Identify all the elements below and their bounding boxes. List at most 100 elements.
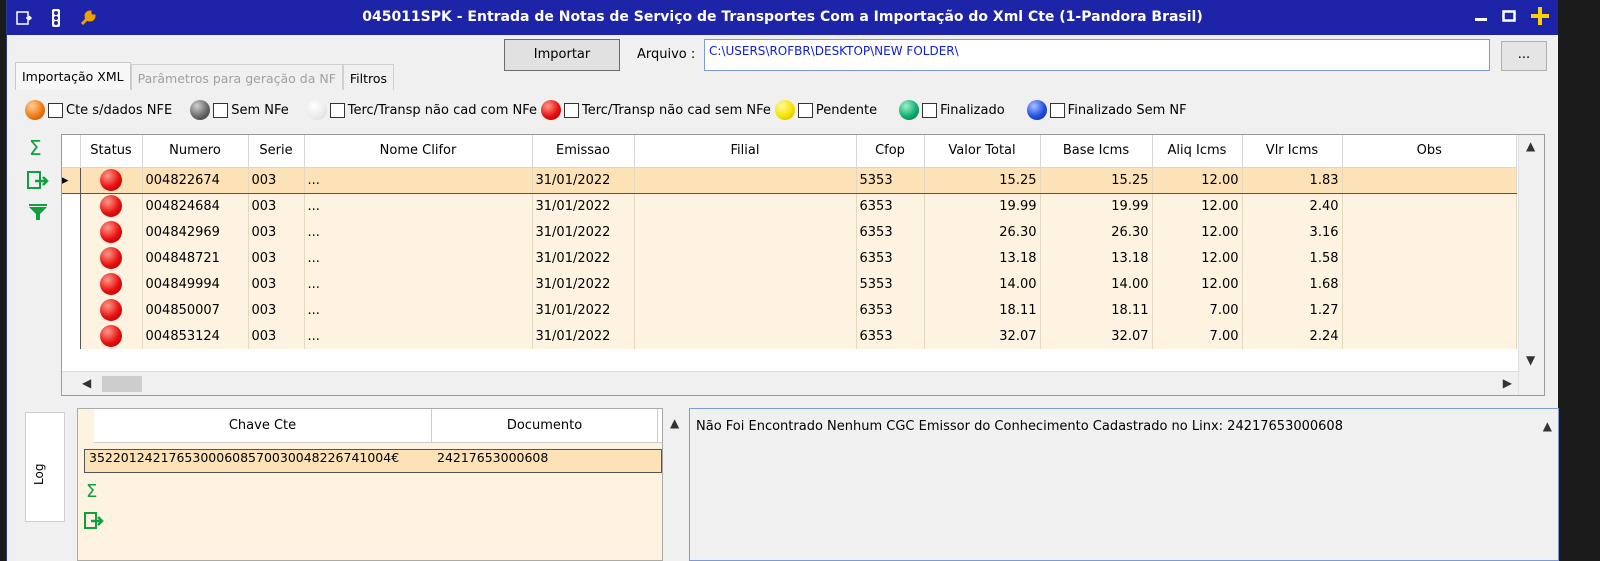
nome-clifor-cell: ... <box>304 245 533 271</box>
status-cell <box>80 166 143 194</box>
status-cell <box>80 219 143 245</box>
app-window: 045011SPK - Entrada de Notas de Serviço … <box>6 0 1559 561</box>
obs-cell <box>1342 219 1517 245</box>
emissao-cell: 31/01/2022 <box>532 193 635 219</box>
filter-checkbox-finalizado[interactable] <box>922 102 938 118</box>
document-arrow-icon[interactable] <box>15 9 33 27</box>
column-header[interactable]: Serie <box>248 135 305 168</box>
browse-button[interactable]: ... <box>1501 41 1547 71</box>
base-icms-cell: 19.99 <box>1040 193 1153 219</box>
filter-checkbox-pendente[interactable] <box>797 102 813 118</box>
obs-cell <box>1342 323 1517 349</box>
table-row[interactable]: 004848721 003... 31/01/2022 6353 13.18 13.18 1… <box>62 245 1517 271</box>
log-message-box[interactable]: Não Foi Encontrado Nenhum CGC Emissor do… <box>689 408 1559 561</box>
table-row[interactable]: ▸ 004822674 003... 31/01/2022 5353 15.25 15.25… <box>62 166 1517 194</box>
table-row[interactable]: 004853124 003... 31/01/2022 6353 32.07 32.07 7… <box>62 323 1517 349</box>
column-header[interactable]: Cfop <box>856 135 925 168</box>
scroll-left-icon[interactable]: ◀ <box>82 376 91 390</box>
white-status-icon <box>306 100 327 120</box>
import-button[interactable]: Importar <box>504 39 620 71</box>
tab-importacao-xml[interactable]: Importação XML <box>15 62 131 90</box>
log-row[interactable]: 35220124217653000608570030048226741004€ … <box>84 449 662 473</box>
scroll-down-icon[interactable]: ▼ <box>1526 353 1535 367</box>
plus-icon[interactable] <box>1530 6 1550 30</box>
export-icon[interactable] <box>84 511 104 535</box>
row-indicator <box>62 193 81 219</box>
scroll-right-icon[interactable]: ▶ <box>1503 376 1512 390</box>
maximize-icon[interactable] <box>1502 9 1516 27</box>
grid-horizontal-scrollbar[interactable]: ◀ ▶ <box>62 371 1518 395</box>
filial-cell <box>634 297 857 323</box>
legend-label: Cte s/dados NFE <box>66 102 173 118</box>
cte-grid[interactable]: Status Numero Serie Nome Clifor Emissao … <box>61 134 1545 396</box>
filter-checkbox-terc-sem-nfe[interactable] <box>563 102 579 118</box>
filter-checkbox-finalizado-sem-nf[interactable] <box>1049 102 1065 118</box>
export-icon[interactable] <box>27 170 49 196</box>
valor-total-cell: 13.18 <box>924 245 1041 271</box>
legend-label: Finalizado Sem NF <box>1067 102 1187 118</box>
emissao-cell: 31/01/2022 <box>532 219 635 245</box>
vlr-icms-cell: 1.68 <box>1242 271 1343 297</box>
column-header[interactable]: Filial <box>634 135 857 168</box>
column-header[interactable]: Aliq Icms <box>1152 135 1243 168</box>
tab-parametros[interactable]: Parâmetros para geração da NF <box>130 64 343 90</box>
base-icms-cell: 18.11 <box>1040 297 1153 323</box>
column-header[interactable]: Numero <box>142 135 249 168</box>
wrench-icon[interactable] <box>79 9 97 27</box>
table-row[interactable]: 004824684 003... 31/01/2022 6353 19.99 19.99 1… <box>62 193 1517 219</box>
valor-total-cell: 32.07 <box>924 323 1041 349</box>
column-header[interactable]: Emissao <box>532 135 635 168</box>
tab-filtros[interactable]: Filtros <box>342 64 395 90</box>
status-cell <box>80 193 143 219</box>
arquivo-path-field[interactable]: C:\USERS\ROFBR\DESKTOP\NEW FOLDER\ <box>704 39 1490 71</box>
nome-clifor-cell: ... <box>304 271 533 297</box>
vlr-icms-cell: 1.58 <box>1242 245 1343 271</box>
column-header[interactable]: Obs <box>1342 135 1517 168</box>
column-header[interactable]: Documento <box>432 409 658 442</box>
emissao-cell: 31/01/2022 <box>532 166 635 194</box>
status-cell <box>80 323 143 349</box>
column-header[interactable]: Valor Total <box>924 135 1041 168</box>
table-row[interactable]: 004850007 003... 31/01/2022 6353 18.11 18.11 7… <box>62 297 1517 323</box>
tab-log[interactable]: Log <box>25 412 65 522</box>
svg-text:Σ: Σ <box>86 481 97 499</box>
row-indicator <box>62 219 81 245</box>
table-row[interactable]: 004849994 003... 31/01/2022 5353 14.00 14.00 1… <box>62 271 1517 297</box>
scroll-up-icon[interactable]: ▲ <box>1526 139 1535 153</box>
filter-checkbox-terc-com-nfe[interactable] <box>329 102 345 118</box>
yellow-status-icon <box>774 100 795 120</box>
nome-clifor-cell: ... <box>304 166 533 194</box>
numero-cell: 004853124 <box>142 323 249 349</box>
column-header[interactable]: Status <box>80 135 143 168</box>
red-status-icon <box>100 325 122 347</box>
scroll-up-icon[interactable]: ▲ <box>670 416 679 430</box>
log-grid[interactable]: Chave Cte Documento 35220124217653000608… <box>77 408 663 561</box>
scroll-thumb[interactable] <box>102 376 142 392</box>
log-vertical-scrollbar[interactable]: ▲ <box>665 408 687 561</box>
grid-side-toolbar: Σ <box>27 136 49 226</box>
legend-label: Pendente <box>815 102 878 118</box>
column-header[interactable]: Vlr Icms <box>1242 135 1343 168</box>
vlr-icms-cell: 2.24 <box>1242 323 1343 349</box>
serie-cell: 003 <box>248 245 305 271</box>
valor-total-cell: 14.00 <box>924 271 1041 297</box>
column-header[interactable]: Nome Clifor <box>304 135 533 168</box>
traffic-light-icon[interactable] <box>47 8 65 27</box>
grid-vertical-scrollbar[interactable]: ▲ ▼ <box>1518 135 1544 395</box>
filial-cell <box>634 219 857 245</box>
table-row[interactable]: 004842969 003... 31/01/2022 6353 26.30 26.30 1… <box>62 219 1517 245</box>
cfop-cell: 5353 <box>856 166 925 194</box>
sum-icon[interactable]: Σ <box>27 136 49 162</box>
nome-clifor-cell: ... <box>304 193 533 219</box>
filter-checkbox-cte-sem-dados[interactable] <box>48 102 63 118</box>
filter-funnel-icon[interactable] <box>27 204 49 226</box>
minimize-icon[interactable] <box>1474 9 1488 27</box>
column-header[interactable]: Base Icms <box>1040 135 1153 168</box>
filter-checkbox-sem-nfe[interactable] <box>213 102 229 118</box>
svg-text:Σ: Σ <box>29 138 42 158</box>
column-header[interactable]: Chave Cte <box>94 409 432 442</box>
numero-cell: 004822674 <box>142 166 249 194</box>
sum-icon[interactable]: Σ <box>84 481 104 503</box>
scroll-up-icon[interactable]: ▲ <box>1543 419 1552 433</box>
base-icms-cell: 14.00 <box>1040 271 1153 297</box>
